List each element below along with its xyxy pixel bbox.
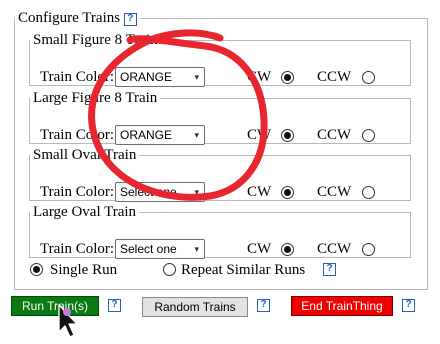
train-name: Small Oval Train (33, 147, 137, 163)
end-trainthing-button[interactable]: End TrainThing (291, 296, 393, 316)
train-options-row: Train Color: Select one ▾ CW CCW (30, 239, 410, 259)
cw-label: CW (247, 241, 272, 257)
help-icon[interactable]: ? (257, 299, 270, 312)
help-icon[interactable]: ? (323, 263, 336, 276)
cw-radio[interactable] (281, 186, 294, 199)
train-options-row: Train Color: ORANGE ▾ CW CCW (30, 67, 410, 87)
ccw-radio[interactable] (362, 186, 375, 199)
train-name: Small Figure 8 Train (33, 32, 158, 48)
train-color-select[interactable]: ORANGE ▾ (115, 67, 205, 87)
train-group-large-figure-8: Large Figure 8 Train Train Color: ORANGE… (29, 90, 411, 145)
single-run-radio[interactable] (30, 263, 43, 276)
ccw-label: CCW (317, 69, 352, 85)
help-icon[interactable]: ? (108, 299, 121, 312)
cw-radio[interactable] (281, 71, 294, 84)
train-color-label: Train Color: (40, 69, 115, 85)
help-icon[interactable]: ? (123, 13, 137, 26)
train-name: Large Oval Train (33, 204, 137, 220)
train-color-label: Train Color: (40, 127, 115, 143)
ccw-radio[interactable] (362, 129, 375, 142)
train-color-select[interactable]: Select one ▾ (115, 182, 205, 202)
train-group-small-figure-8: Small Figure 8 Train Train Color: ORANGE… (29, 32, 411, 87)
select-value: ORANGE (120, 70, 173, 84)
random-trains-button[interactable]: Random Trains (142, 297, 248, 317)
chevron-down-icon: ▾ (194, 130, 199, 140)
repeat-runs-label: Repeat Similar Runs (181, 262, 306, 278)
select-value: Select one (120, 242, 177, 256)
configure-trains-title: Configure Trains (18, 10, 121, 26)
train-group-large-oval: Large Oval Train Train Color: Select one… (29, 204, 411, 259)
end-trainthing-label: End TrainThing (301, 299, 383, 313)
configure-trains-legend: Configure Trains ? (15, 10, 140, 27)
cw-label: CW (247, 69, 272, 85)
repeat-runs-radio[interactable] (163, 263, 176, 276)
mouse-cursor-icon (58, 304, 78, 338)
run-trains-button[interactable]: Run Train(s) (11, 296, 99, 316)
select-value: Select one (120, 185, 177, 199)
random-trains-label: Random Trains (154, 300, 236, 314)
train-options-row: Train Color: Select one ▾ CW CCW (30, 182, 410, 202)
cw-label: CW (247, 184, 272, 200)
train-color-select[interactable]: Select one ▾ (115, 239, 205, 259)
chevron-down-icon: ▾ (194, 244, 199, 254)
ccw-label: CCW (317, 184, 352, 200)
train-color-label: Train Color: (40, 241, 115, 257)
train-color-label: Train Color: (40, 184, 115, 200)
train-group-small-oval: Small Oval Train Train Color: Select one… (29, 147, 411, 202)
ccw-label: CCW (317, 241, 352, 257)
train-name: Large Figure 8 Train (33, 90, 158, 106)
cw-radio[interactable] (281, 243, 294, 256)
run-mode-row: Single Run Repeat Similar Runs ? (30, 260, 420, 280)
chevron-down-icon: ▾ (194, 187, 199, 197)
select-value: ORANGE (120, 128, 173, 142)
ccw-radio[interactable] (362, 71, 375, 84)
help-icon[interactable]: ? (402, 299, 415, 312)
cw-label: CW (247, 127, 272, 143)
single-run-label: Single Run (50, 262, 118, 278)
train-color-select[interactable]: ORANGE ▾ (115, 125, 205, 145)
ccw-label: CCW (317, 127, 352, 143)
ccw-radio[interactable] (362, 243, 375, 256)
train-options-row: Train Color: ORANGE ▾ CW CCW (30, 125, 410, 145)
cw-radio[interactable] (281, 129, 294, 142)
chevron-down-icon: ▾ (194, 72, 199, 82)
